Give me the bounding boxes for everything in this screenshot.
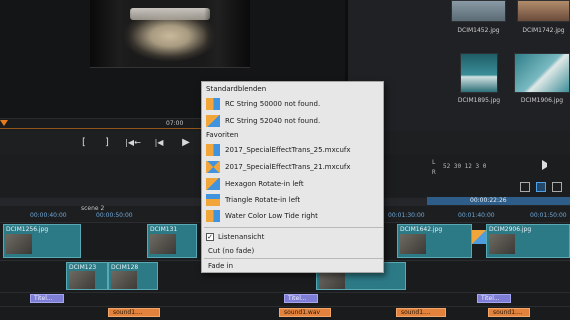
preview-rock-left bbox=[90, 0, 132, 67]
menu-separator bbox=[204, 227, 383, 228]
clip-thumbnail bbox=[69, 271, 95, 289]
list-view-checkbox[interactable]: ✓ bbox=[206, 233, 214, 241]
list-view-icon[interactable] bbox=[552, 182, 562, 192]
bin-thumbnail[interactable] bbox=[451, 0, 506, 22]
bin-thumbnail[interactable] bbox=[460, 53, 498, 93]
timeline-time-label: 00:01:50:00 bbox=[530, 212, 567, 219]
video-clip[interactable]: DCIM1642.jpg bbox=[397, 224, 472, 258]
transition-icon bbox=[206, 115, 220, 127]
clip-label: DCIM1256.jpg bbox=[6, 226, 49, 233]
preview-rock-right bbox=[204, 0, 250, 67]
overlay-clip[interactable]: DCIM123 bbox=[66, 262, 108, 290]
menu-item-fade-in[interactable]: Fade in bbox=[208, 262, 233, 270]
storyboard-view-icon[interactable] bbox=[520, 182, 530, 192]
preview-sea bbox=[130, 8, 210, 20]
video-clip[interactable]: DCIM2906.jpg bbox=[486, 224, 570, 258]
menu-item-favorite[interactable]: Hexagon Rotate-in left bbox=[203, 176, 384, 192]
menu-item-favorite[interactable]: Water Color Low Tide right bbox=[203, 208, 384, 224]
clip-label: DCIM128 bbox=[111, 264, 139, 271]
clip-thumbnail bbox=[319, 271, 345, 289]
menu-item-label: Water Color Low Tide right bbox=[225, 212, 318, 220]
playhead-marker-icon[interactable] bbox=[0, 120, 8, 126]
menu-item-label: RC String 50000 not found. bbox=[225, 100, 321, 108]
menu-item-favorite[interactable]: 2017_SpecialEffectTrans_21.mxcufx bbox=[203, 159, 384, 175]
clip-label: DCIM2906.jpg bbox=[489, 226, 532, 233]
audio-clip[interactable]: sound1.... bbox=[396, 308, 446, 317]
timeline-time-label: 00:00:40:00 bbox=[30, 212, 67, 219]
menu-item-standard[interactable]: RC String 50000 not found. bbox=[203, 96, 384, 112]
level-meter: L bbox=[432, 159, 436, 166]
menu-item-label: Triangle Rotate-in left bbox=[225, 196, 301, 204]
clip-thumbnail bbox=[111, 271, 137, 289]
menu-item-favorite[interactable]: 2017_SpecialEffectTrans_25.mxcufx bbox=[203, 142, 384, 158]
menu-header-standard: Standardblenden bbox=[206, 85, 267, 93]
menu-item-label: 2017_SpecialEffectTrans_21.mxcufx bbox=[225, 163, 351, 171]
bin-thumbnail-label: DCIM1895.jpg bbox=[457, 97, 501, 104]
clip-label: DCIM123 bbox=[69, 264, 97, 271]
transition-icon bbox=[206, 194, 220, 206]
bin-thumbnail-label: DCIM1452.jpg bbox=[457, 27, 500, 34]
title-clip[interactable]: Titel... bbox=[477, 294, 511, 303]
menu-item-favorite[interactable]: Triangle Rotate-in left bbox=[203, 192, 384, 208]
timeline-time-label: 00:01:30:00 bbox=[388, 212, 425, 219]
volume-icon[interactable] bbox=[542, 160, 552, 170]
previous-button[interactable]: |◀ bbox=[152, 136, 166, 150]
level-meter-values: 52 30 12 3 0 bbox=[443, 163, 486, 170]
scene-marker[interactable]: scene 2 bbox=[81, 205, 104, 212]
clip-thumbnail bbox=[150, 234, 176, 254]
play-button[interactable]: ▶ bbox=[179, 136, 193, 150]
level-meter-right: R bbox=[432, 169, 436, 176]
mark-out-button[interactable]: ] bbox=[100, 136, 114, 150]
video-editor-window: 07:00 DCIM1452.jpg DCIM1742.jpg DCIM1895… bbox=[0, 0, 570, 320]
clip-thumbnail bbox=[489, 234, 515, 254]
menu-header-favorites: Favoriten bbox=[206, 131, 239, 139]
bin-thumbnail-label: DCIM1742.jpg bbox=[522, 27, 565, 34]
video-clip[interactable]: DCIM131 bbox=[147, 224, 197, 258]
audio-clip[interactable]: sound1.... bbox=[488, 308, 530, 317]
menu-item-label: Hexagon Rotate-in left bbox=[225, 180, 304, 188]
transition-icon bbox=[206, 144, 220, 156]
transition-icon bbox=[206, 210, 220, 222]
ruler-time-label: 07:00 bbox=[166, 120, 184, 127]
menu-item-label: 2017_SpecialEffectTrans_25.mxcufx bbox=[225, 146, 351, 154]
go-to-start-button[interactable]: |◀← bbox=[124, 136, 142, 150]
current-time: 00:00:22:26 bbox=[470, 197, 507, 204]
level-left-label: L bbox=[432, 159, 436, 166]
transition-context-menu: Standardblenden RC String 50000 not foun… bbox=[201, 81, 384, 273]
clip-label: DCIM131 bbox=[150, 226, 178, 233]
timeline-time-label: 00:00:50:00 bbox=[96, 212, 133, 219]
preview-image bbox=[90, 0, 250, 68]
bin-thumbnail-label: DCIM1906.jpg bbox=[520, 97, 564, 104]
bin-thumbnail[interactable] bbox=[517, 0, 570, 22]
bin-thumbnail[interactable] bbox=[514, 53, 570, 93]
menu-item-cut[interactable]: Cut (no fade) bbox=[208, 247, 254, 255]
transition-icon bbox=[206, 98, 220, 110]
level-right-label: R bbox=[432, 169, 436, 176]
video-clip[interactable]: DCIM1256.jpg bbox=[3, 224, 81, 258]
audio-clip[interactable]: sound1.... bbox=[108, 308, 160, 317]
transition-icon bbox=[206, 178, 220, 190]
title-clip[interactable]: Titel... bbox=[30, 294, 64, 303]
mark-in-button[interactable]: [ bbox=[77, 136, 91, 150]
menu-item-standard[interactable]: RC String 52040 not found. bbox=[203, 113, 384, 129]
menu-item-list-view[interactable]: Listenansicht bbox=[218, 233, 264, 241]
menu-item-label: RC String 52040 not found. bbox=[225, 117, 321, 125]
audio-clip[interactable]: sound1.wav bbox=[279, 308, 331, 317]
overlay-clip[interactable]: DCIM128 bbox=[108, 262, 158, 290]
clip-thumbnail bbox=[400, 234, 426, 254]
clip-thumbnail bbox=[6, 234, 32, 254]
timeline-time-label: 00:01:40:00 bbox=[458, 212, 495, 219]
level-values: 52 30 12 3 0 bbox=[443, 163, 487, 170]
title-clip[interactable]: Titel... bbox=[284, 294, 318, 303]
clip-label: DCIM1642.jpg bbox=[400, 226, 443, 233]
menu-separator bbox=[204, 258, 383, 259]
transition-icon[interactable] bbox=[472, 230, 486, 244]
timeline-view-icon[interactable] bbox=[536, 182, 546, 192]
transition-icon bbox=[206, 161, 220, 173]
